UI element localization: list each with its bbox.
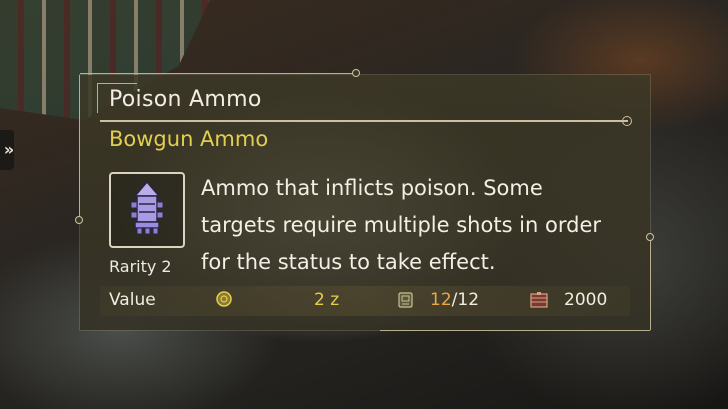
poison-ammo-icon (130, 180, 164, 235)
item-icon-frame (109, 172, 185, 248)
expand-arrow-icon[interactable]: » (0, 130, 14, 170)
title-divider (100, 120, 628, 122)
frame-top-ornament (352, 69, 360, 77)
value-row-background (100, 286, 630, 316)
frame-inner-left-line (97, 83, 98, 113)
frame-left-ornament (75, 216, 83, 224)
frame-right-ornament (646, 233, 654, 241)
item-pouch-icon (398, 292, 413, 308)
item-name: Poison Ammo (109, 87, 262, 112)
box-count: 2000 (564, 290, 608, 310)
frame-inner-top-line (97, 83, 137, 84)
pouch-max-count: 12 (457, 290, 480, 310)
frame-top-line (80, 73, 360, 74)
zenny-coin-icon (216, 291, 232, 307)
frame-right-line (650, 240, 651, 330)
value-row: Value 2 z 12/12 2000 (100, 286, 630, 316)
pouch-count: 12/12 (430, 290, 479, 310)
item-box-icon (530, 292, 548, 308)
pouch-current-count: 12 (430, 290, 452, 310)
item-description: Ammo that inflicts poison. Some targets … (201, 176, 601, 274)
item-category: Bowgun Ammo (109, 127, 269, 151)
item-rarity: Rarity 2 (109, 257, 172, 276)
frame-left-line (79, 75, 80, 220)
value-label: Value (109, 290, 156, 310)
item-price: 2 z (314, 290, 340, 310)
title-divider-ornament (622, 116, 632, 126)
frame-bottom-line (380, 330, 650, 331)
